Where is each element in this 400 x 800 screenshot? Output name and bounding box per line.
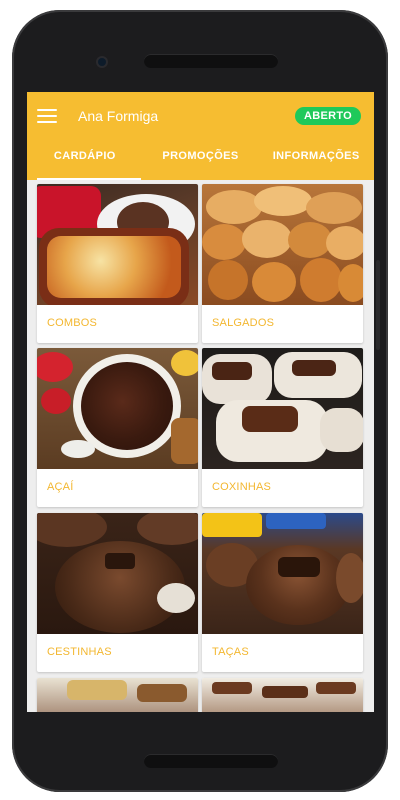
category-card-7[interactable]	[37, 678, 198, 712]
front-camera	[98, 58, 106, 66]
power-button	[376, 260, 380, 350]
top-speaker	[144, 54, 278, 68]
category-label: TAÇAS	[212, 646, 249, 658]
category-card-cestinhas[interactable]: CESTINHAS	[37, 513, 198, 672]
tab-informacoes[interactable]: INFORMAÇÕES	[258, 140, 374, 180]
category-label: COXINHAS	[212, 481, 272, 493]
cestinhas-image	[37, 513, 198, 634]
combos-image	[37, 184, 198, 305]
app-bar: Ana Formiga ABERTO CARDÁPIO PROMOÇÕES IN…	[27, 92, 374, 180]
tab-promocoes[interactable]: PROMOÇÕES	[143, 140, 259, 180]
category-label: CESTINHAS	[47, 646, 112, 658]
app-title: Ana Formiga	[78, 108, 159, 124]
toolbar: Ana Formiga ABERTO	[27, 92, 374, 140]
category-card-acai[interactable]: AÇAÍ	[37, 348, 198, 507]
category-card-tacas[interactable]: TAÇAS	[202, 513, 363, 672]
acai-image	[37, 348, 198, 469]
category-label: COMBOS	[47, 317, 98, 329]
bottom-speaker	[144, 754, 278, 768]
tacas-image	[202, 513, 363, 634]
category-card-8[interactable]	[202, 678, 363, 712]
coxinhas-image	[202, 348, 363, 469]
category-label: SALGADOS	[212, 317, 275, 329]
hamburger-menu-icon[interactable]	[37, 109, 57, 123]
category-image	[37, 678, 198, 712]
category-label: AÇAÍ	[47, 481, 74, 493]
tab-bar: CARDÁPIO PROMOÇÕES INFORMAÇÕES	[27, 140, 374, 180]
category-card-combos[interactable]: COMBOS	[37, 184, 198, 343]
app-screen: Ana Formiga ABERTO CARDÁPIO PROMOÇÕES IN…	[27, 92, 374, 712]
category-image	[202, 678, 363, 712]
category-card-salgados[interactable]: SALGADOS	[202, 184, 363, 343]
tab-cardapio[interactable]: CARDÁPIO	[27, 140, 143, 180]
category-card-coxinhas[interactable]: COXINHAS	[202, 348, 363, 507]
status-badge: ABERTO	[294, 107, 361, 125]
salgados-image	[202, 184, 363, 305]
